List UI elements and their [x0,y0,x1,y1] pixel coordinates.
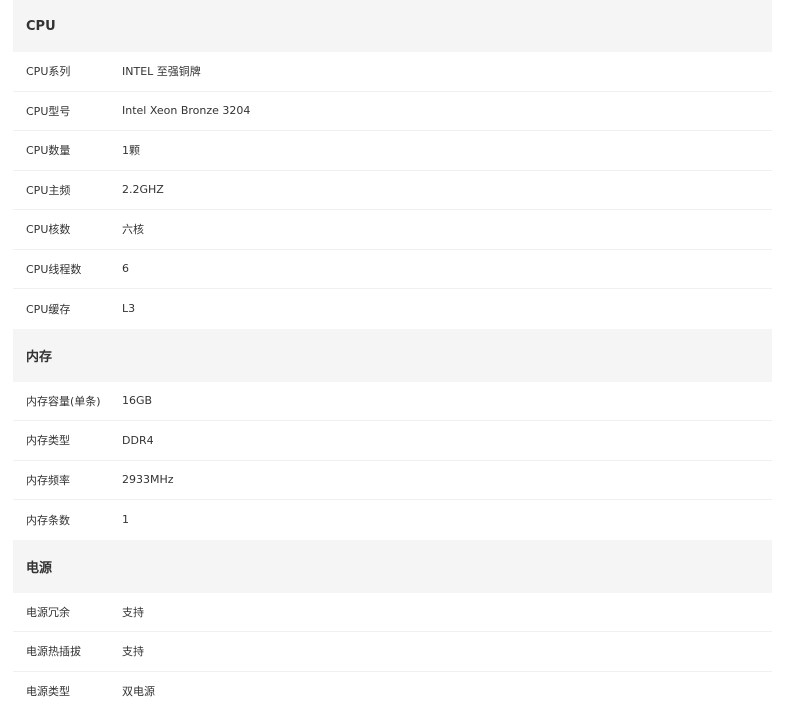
section-title: CPU [26,19,56,34]
spec-row-power-redundancy: 电源冗余 支持 [13,593,772,633]
spec-label: 电源热插拔 [13,643,122,659]
spec-value: 双电源 [122,683,772,699]
spec-value: DDR4 [122,434,772,447]
spec-label: CPU缓存 [13,301,122,317]
spec-row-power-type: 电源类型 双电源 [13,672,772,711]
spec-label: CPU主频 [13,182,122,198]
spec-row-cpu-count: CPU数量 1颗 [13,131,772,171]
spec-label: CPU核数 [13,221,122,237]
spec-row-cpu-series: CPU系列 INTEL 至强铜牌 [13,52,772,92]
spec-value: 支持 [122,604,772,620]
spec-label: CPU线程数 [13,261,122,277]
spec-row-cpu-threads: CPU线程数 6 [13,250,772,290]
spec-value: 2.2GHZ [122,183,772,196]
spec-row-memory-frequency: 内存频率 2933MHz [13,461,772,501]
spec-row-memory-count: 内存条数 1 [13,500,772,540]
spec-value: Intel Xeon Bronze 3204 [122,104,772,117]
spec-label: CPU系列 [13,63,122,79]
spec-label: CPU数量 [13,142,122,158]
section-title: 电源 [26,557,52,576]
spec-row-cpu-cache: CPU缓存 L3 [13,289,772,329]
spec-row-cpu-model: CPU型号 Intel Xeon Bronze 3204 [13,92,772,132]
spec-value: 六核 [122,221,772,237]
section-header-memory: 内存 [13,329,772,382]
spec-row-memory-type: 内存类型 DDR4 [13,421,772,461]
spec-row-memory-capacity: 内存容量(单条) 16GB [13,382,772,422]
section-title: 内存 [26,346,52,365]
spec-value: 1颗 [122,142,772,158]
spec-label: 电源类型 [13,683,122,699]
spec-row-cpu-cores: CPU核数 六核 [13,210,772,250]
spec-value: 6 [122,262,772,275]
spec-label: 内存频率 [13,472,122,488]
spec-value: 2933MHz [122,473,772,486]
spec-label: 内存类型 [13,432,122,448]
spec-label: 内存容量(单条) [13,393,122,409]
spec-label: 电源冗余 [13,604,122,620]
section-header-cpu: CPU [13,0,772,52]
spec-row-power-hotswap: 电源热插拔 支持 [13,632,772,672]
spec-value: L3 [122,302,772,315]
spec-table: CPU CPU系列 INTEL 至强铜牌 CPU型号 Intel Xeon Br… [13,0,772,711]
spec-value: 支持 [122,643,772,659]
spec-value: 16GB [122,394,772,407]
spec-label: 内存条数 [13,512,122,528]
section-header-power: 电源 [13,540,772,593]
spec-value: 1 [122,513,772,526]
spec-row-cpu-frequency: CPU主频 2.2GHZ [13,171,772,211]
spec-label: CPU型号 [13,103,122,119]
spec-value: INTEL 至强铜牌 [122,63,772,79]
